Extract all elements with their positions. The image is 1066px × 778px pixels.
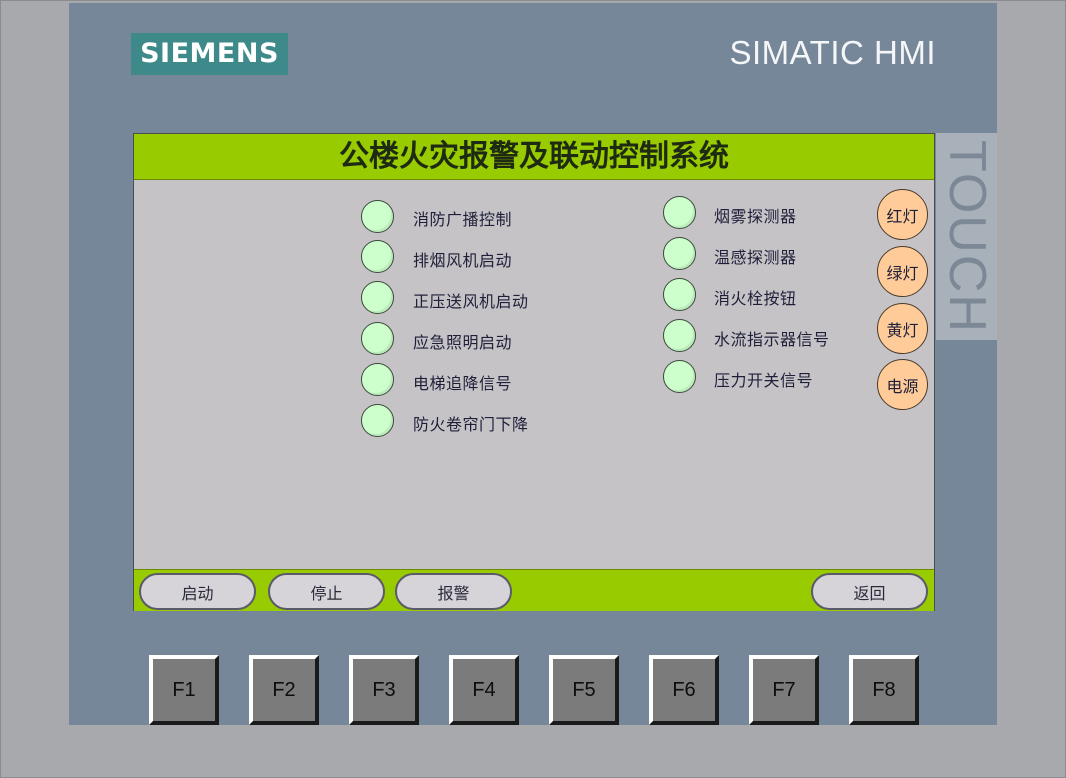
indicator-hydrant-button <box>663 278 696 311</box>
indicator-positive-pressure-fan <box>361 281 394 314</box>
lamp-green: 绿灯 <box>877 246 928 297</box>
screen-title: 公楼火灾报警及联动控制系统 <box>134 134 934 180</box>
function-key-f5[interactable]: F5 <box>549 655 619 725</box>
alarm-button[interactable]: 报警 <box>395 573 512 610</box>
function-key-f4[interactable]: F4 <box>449 655 519 725</box>
indicator-label: 消防广播控制 <box>413 210 513 229</box>
model-label: SIMATIC HMI <box>729 34 936 71</box>
indicator-label: 电梯追降信号 <box>413 374 513 393</box>
indicator-heat-detector <box>663 237 696 270</box>
function-key-f6[interactable]: F6 <box>649 655 719 725</box>
back-button[interactable]: 返回 <box>811 573 928 610</box>
lamp-label: 红灯 <box>886 206 919 226</box>
function-key-f8[interactable]: F8 <box>849 655 919 725</box>
lamp-label: 黄灯 <box>886 320 919 340</box>
stop-button[interactable]: 停止 <box>268 573 385 610</box>
lamp-power: 电源 <box>877 359 928 410</box>
screen-button-bar: 启动 停止 报警 返回 <box>134 569 934 611</box>
indicator-pressure-switch <box>663 360 696 393</box>
function-key-f1[interactable]: F1 <box>149 655 219 725</box>
lamp-label: 绿灯 <box>886 263 919 283</box>
indicator-label: 水流指示器信号 <box>714 330 830 349</box>
indicator-label: 温感探测器 <box>714 248 797 267</box>
hmi-screen: 公楼火灾报警及联动控制系统 消防广播控制 排烟风机启动 正压送风机启动 应急照明… <box>133 133 935 611</box>
indicator-water-flow <box>663 319 696 352</box>
indicator-elevator-return <box>361 363 394 396</box>
touch-label: TOUCH <box>937 139 996 334</box>
indicator-label: 正压送风机启动 <box>413 292 529 311</box>
indicator-label: 排烟风机启动 <box>413 251 513 270</box>
start-button[interactable]: 启动 <box>139 573 256 610</box>
touch-label-container: TOUCH <box>936 133 997 340</box>
lamp-label: 电源 <box>886 376 919 396</box>
indicator-fire-shutter <box>361 404 394 437</box>
function-key-f3[interactable]: F3 <box>349 655 419 725</box>
indicator-label: 烟雾探测器 <box>714 207 797 226</box>
indicator-smoke-exhaust-fan <box>361 240 394 273</box>
function-key-f7[interactable]: F7 <box>749 655 819 725</box>
indicator-emergency-lighting <box>361 322 394 355</box>
indicator-smoke-detector <box>663 196 696 229</box>
siemens-logo: SIEMENS <box>131 33 288 75</box>
indicator-label: 消火栓按钮 <box>714 289 797 308</box>
indicator-fire-broadcast <box>361 200 394 233</box>
indicator-label: 压力开关信号 <box>714 371 814 390</box>
lamp-yellow: 黄灯 <box>877 303 928 354</box>
function-key-f2[interactable]: F2 <box>249 655 319 725</box>
lamp-red: 红灯 <box>877 189 928 240</box>
indicator-label: 应急照明启动 <box>413 333 513 352</box>
indicator-label: 防火卷帘门下降 <box>413 415 529 434</box>
